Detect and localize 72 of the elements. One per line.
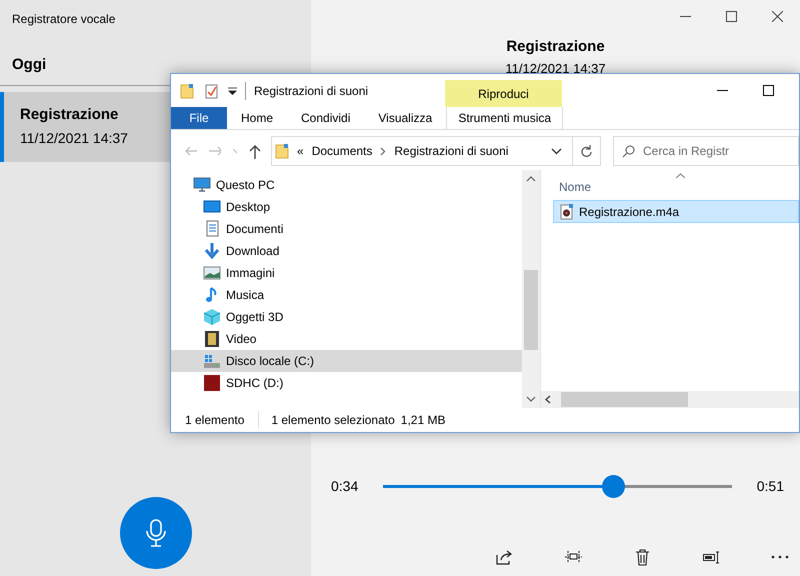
recording-date: 11/12/2021 14:37 — [505, 60, 606, 78]
maximize-icon — [726, 10, 736, 22]
overflow-chevron[interactable]: « — [297, 142, 304, 160]
back-arrow-icon — [185, 146, 197, 156]
folder-icon — [180, 82, 196, 98]
tree-item[interactable]: Immagini — [171, 262, 522, 284]
audio-file-icon — [560, 204, 574, 220]
elapsed-time: 0:34 — [331, 476, 360, 496]
image-icon — [203, 264, 221, 282]
folder-icon — [275, 143, 291, 159]
total-time: 0:51 — [756, 476, 784, 496]
rename-icon — [702, 550, 720, 564]
tree-item[interactable]: Desktop — [171, 196, 522, 218]
tree-label: Desktop — [226, 199, 270, 216]
recording-title: Registrazione — [506, 37, 605, 57]
film-icon — [203, 330, 221, 348]
chevron-right-icon[interactable] — [380, 146, 386, 156]
tree-label: Disco locale (C:) — [226, 353, 314, 370]
search-icon — [622, 144, 635, 158]
maximize-icon — [762, 84, 774, 96]
file-menu-button[interactable]: File — [171, 107, 227, 129]
address-bar[interactable]: « Documents Registrazioni di suoni — [271, 136, 601, 166]
download-arrow-icon — [203, 242, 221, 260]
item-count: 1 elemento — [185, 412, 244, 429]
tree-label: Video — [226, 331, 256, 348]
tree-item[interactable]: Disco locale (C:) — [171, 350, 522, 372]
breadcrumb-item[interactable]: Registrazioni di suoni — [394, 142, 508, 160]
microphone-icon — [144, 518, 166, 548]
tree-label: Oggetti 3D — [226, 309, 284, 326]
file-name: Registrazione.m4a — [579, 204, 680, 220]
tree-label: Immagini — [226, 265, 275, 282]
close-icon — [772, 10, 782, 22]
breadcrumb-item[interactable]: Documents — [312, 142, 372, 160]
context-tab-header: Riproduci — [445, 80, 562, 107]
dropdown-icon[interactable] — [228, 86, 237, 94]
up-arrow-icon — [249, 144, 261, 158]
trim-icon — [564, 551, 582, 563]
recording-date: 11/12/2021 14:37 — [20, 129, 128, 148]
tree-item[interactable]: Oggetti 3D — [171, 306, 522, 328]
refresh-icon[interactable] — [580, 144, 592, 158]
selection-info: 1 elemento selezionato — [258, 411, 395, 429]
forward-arrow-icon — [209, 146, 221, 156]
selection-size: 1,21 MB — [400, 412, 446, 429]
tree-item[interactable]: Download — [171, 240, 522, 262]
tree-item[interactable]: Video — [171, 328, 522, 350]
tree-label: Documenti — [226, 221, 284, 238]
file-row[interactable]: Registrazione.m4a — [553, 200, 799, 223]
tree-label: Musica — [226, 287, 264, 304]
app-title: Registratore vocale — [11, 11, 116, 28]
column-header[interactable]: Nome — [541, 170, 799, 200]
tree-item[interactable]: Documenti — [171, 218, 522, 240]
tree-item[interactable]: Questo PC — [171, 174, 522, 196]
tree-label: Questo PC — [216, 177, 275, 194]
scrollbar-thumb[interactable] — [524, 270, 538, 350]
monitor-icon — [193, 176, 211, 194]
tree-item[interactable]: Musica — [171, 284, 522, 306]
recording-name: Registrazione — [20, 104, 118, 124]
sd-card-icon — [203, 374, 221, 392]
cube-icon — [203, 308, 221, 326]
drive-icon — [203, 352, 221, 370]
more-icon — [771, 555, 789, 559]
tree-label: SDHC (D:) — [226, 375, 284, 392]
window-title: Registrazioni di suoni — [245, 82, 368, 100]
scrollbar-thumb[interactable] — [561, 392, 688, 407]
tree-label: Download — [226, 243, 280, 260]
properties-icon — [204, 82, 220, 98]
search-field[interactable]: Cerca in Registr — [613, 136, 799, 166]
trash-icon — [636, 548, 648, 566]
tree-item[interactable]: SDHC (D:) — [171, 372, 522, 394]
sort-caret-icon — [676, 173, 685, 178]
slider-thumb[interactable] — [602, 474, 626, 498]
share-icon — [496, 549, 512, 565]
